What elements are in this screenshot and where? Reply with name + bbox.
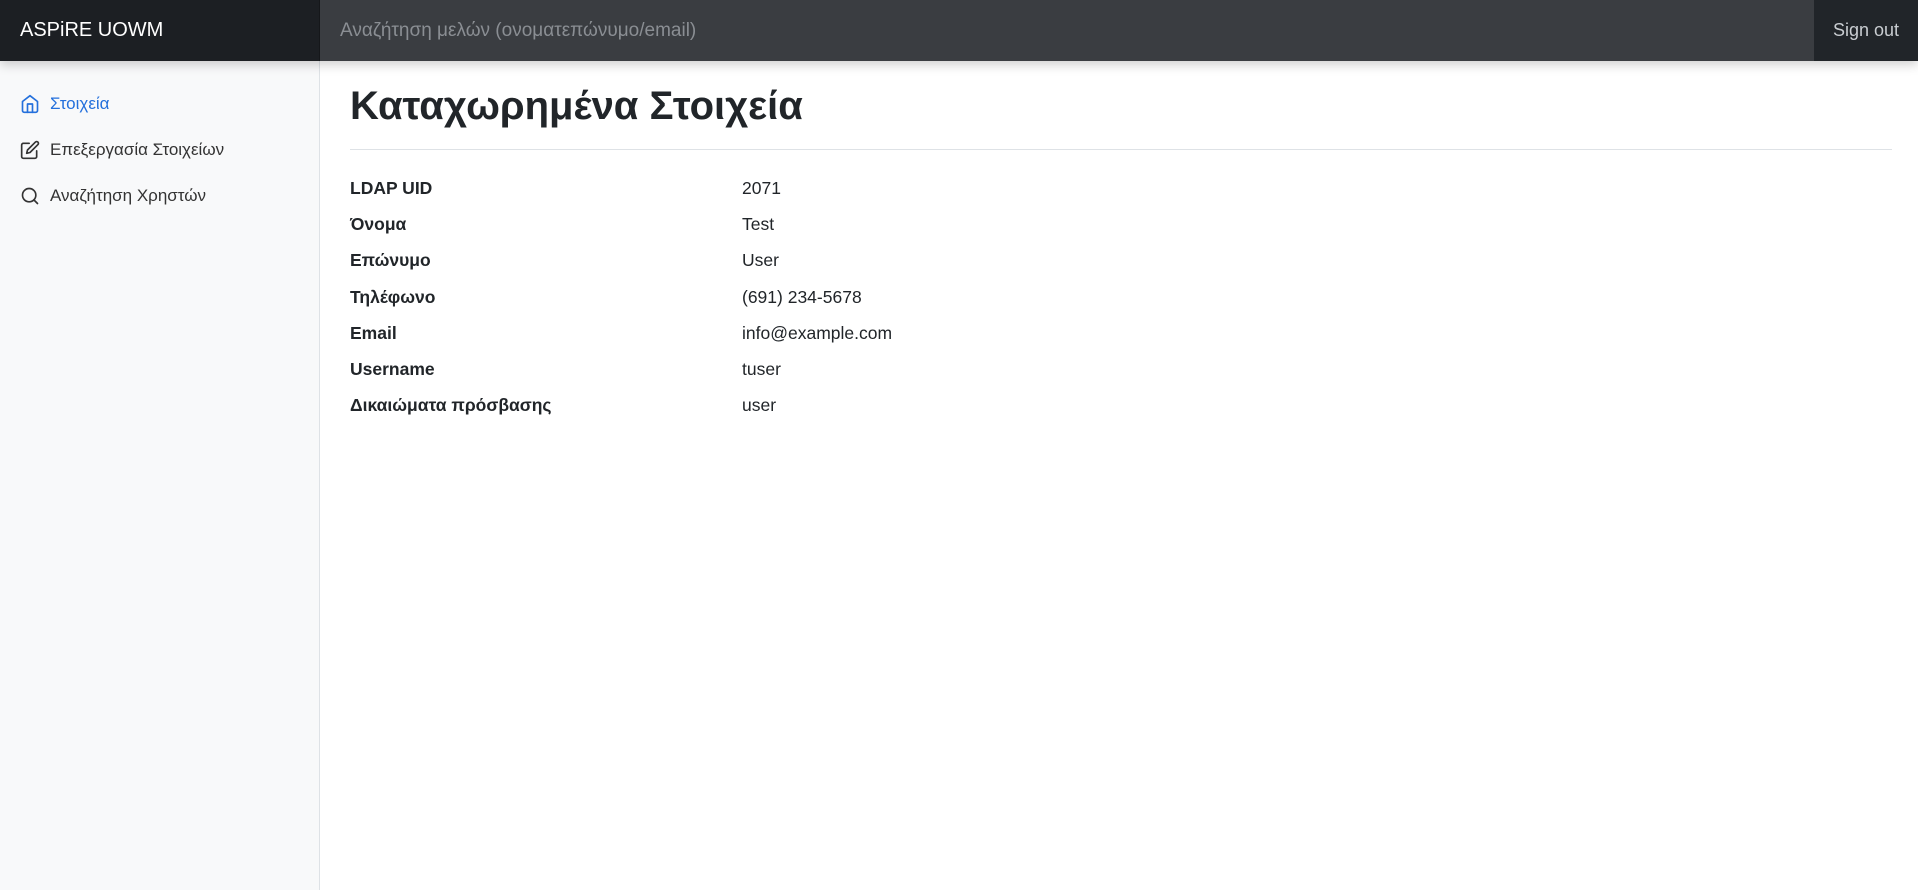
detail-row: Email info@example.com — [350, 315, 1892, 351]
field-label: Username — [350, 359, 435, 380]
field-value: Test — [742, 213, 775, 234]
field-value: tuser — [742, 359, 781, 380]
detail-row: Τηλέφωνο (691) 234-5678 — [350, 279, 1892, 315]
field-value: 2071 — [742, 177, 781, 198]
field-value: (691) 234-5678 — [742, 286, 862, 307]
page-title: Καταχωρημένα Στοιχεία — [350, 84, 803, 128]
main-content: Καταχωρημένα Στοιχεία LDAP UID 2071 Όνομ… — [350, 61, 1892, 424]
sidebar-item-details[interactable]: Στοιχεία — [0, 81, 319, 127]
sidebar: Στοιχεία Επεξεργασία Στοιχείων Αναζήτηση… — [0, 61, 320, 890]
field-label: Όνομα — [350, 213, 407, 234]
sidebar-item-label: Αναζήτηση Χρηστών — [50, 186, 207, 205]
detail-row: Username tuser — [350, 351, 1892, 387]
field-label: LDAP UID — [350, 177, 433, 198]
sidebar-item-label: Στοιχεία — [50, 94, 110, 113]
brand-logo[interactable]: ASPiRE UOWM — [0, 0, 320, 61]
edit-icon — [20, 140, 40, 160]
home-icon — [20, 94, 40, 114]
sidebar-item-label: Επεξεργασία Στοιχείων — [50, 140, 225, 159]
details-list: LDAP UID 2071 Όνομα Test Επώνυμο User Τη… — [350, 170, 1892, 424]
field-value: user — [742, 395, 777, 416]
detail-row: Δικαιώματα πρόσβασης user — [350, 388, 1892, 424]
field-label: Τηλέφωνο — [350, 286, 436, 307]
search-icon — [20, 186, 40, 206]
field-label: Επώνυμο — [350, 250, 431, 271]
top-navbar: ASPiRE UOWM Sign out — [0, 0, 1918, 61]
field-label: Email — [350, 322, 397, 343]
field-label: Δικαιώματα πρόσβασης — [350, 395, 552, 416]
sidebar-item-user-search[interactable]: Αναζήτηση Χρηστών — [0, 173, 319, 219]
title-divider — [350, 149, 1892, 150]
member-search-input[interactable] — [320, 0, 1814, 61]
sidebar-item-edit-details[interactable]: Επεξεργασία Στοιχείων — [0, 127, 319, 173]
sign-out-link[interactable]: Sign out — [1814, 0, 1918, 61]
field-value: User — [742, 250, 779, 271]
detail-row: LDAP UID 2071 — [350, 170, 1892, 206]
detail-row: Επώνυμο User — [350, 243, 1892, 279]
detail-row: Όνομα Test — [350, 206, 1892, 242]
field-value: info@example.com — [742, 322, 893, 343]
